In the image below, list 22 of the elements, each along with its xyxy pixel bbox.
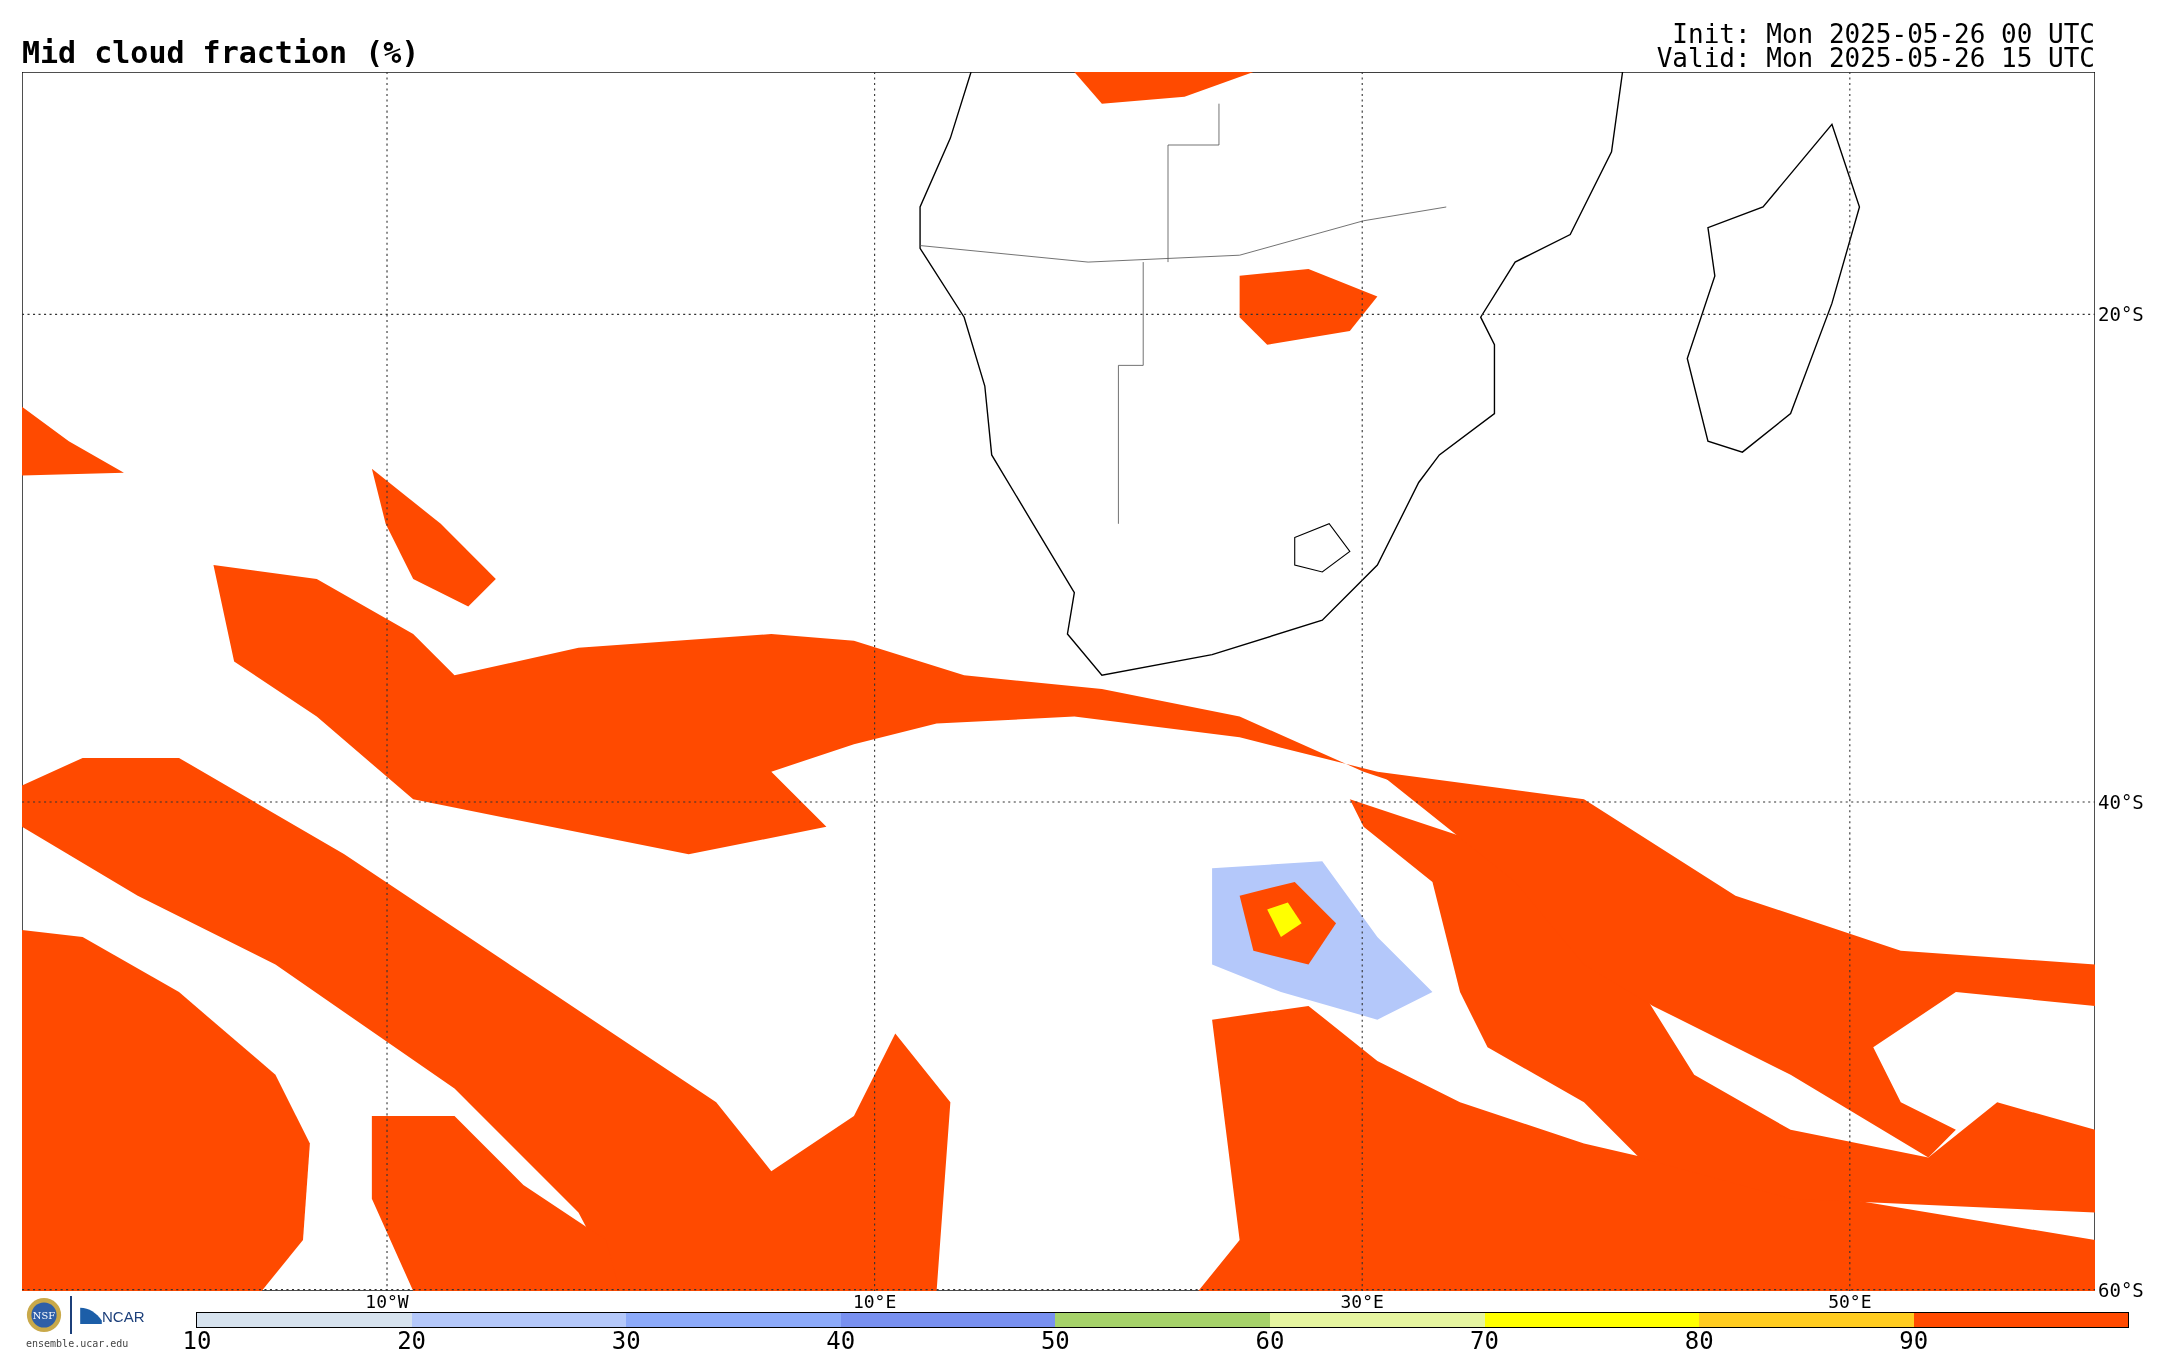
legend-tick-label: 50 [1040,1329,1070,1353]
legend-tick-label: 80 [1684,1329,1714,1353]
legend-tick-label: 10 [182,1329,212,1353]
latitude-label: 60°S [2097,1278,2144,1301]
legend-tick-label: 30 [611,1329,641,1353]
run-time-label: Init: Mon 2025-05-26 00 UTC [1672,23,2095,48]
ncar-logo: NCAR [80,1306,145,1324]
legend-tick-label: 40 [826,1329,856,1353]
run-time-label: Valid: Mon 2025-05-26 15 UTC [1656,47,2095,71]
chart-title: Mid cloud fraction (%) [22,38,420,72]
longitude-label: 10°E [852,1293,897,1311]
legend-tick-label: 90 [1899,1329,1929,1353]
website-label: ensemble.ucar.edu [26,1338,130,1349]
legend-tick-label: 20 [397,1329,427,1353]
legend-tick-label: 70 [1470,1329,1499,1353]
longitude-label: 10°W [365,1293,409,1311]
latitude-label: 40°S [2097,791,2144,813]
latitude-label: 20°S [2097,303,2144,326]
nsf-logo: NSF [26,1297,62,1333]
longitude-label: 50°E [1828,1293,1872,1311]
legend-tick-label: 60 [1255,1329,1285,1353]
longitude-label: 30°E [1340,1293,1384,1311]
